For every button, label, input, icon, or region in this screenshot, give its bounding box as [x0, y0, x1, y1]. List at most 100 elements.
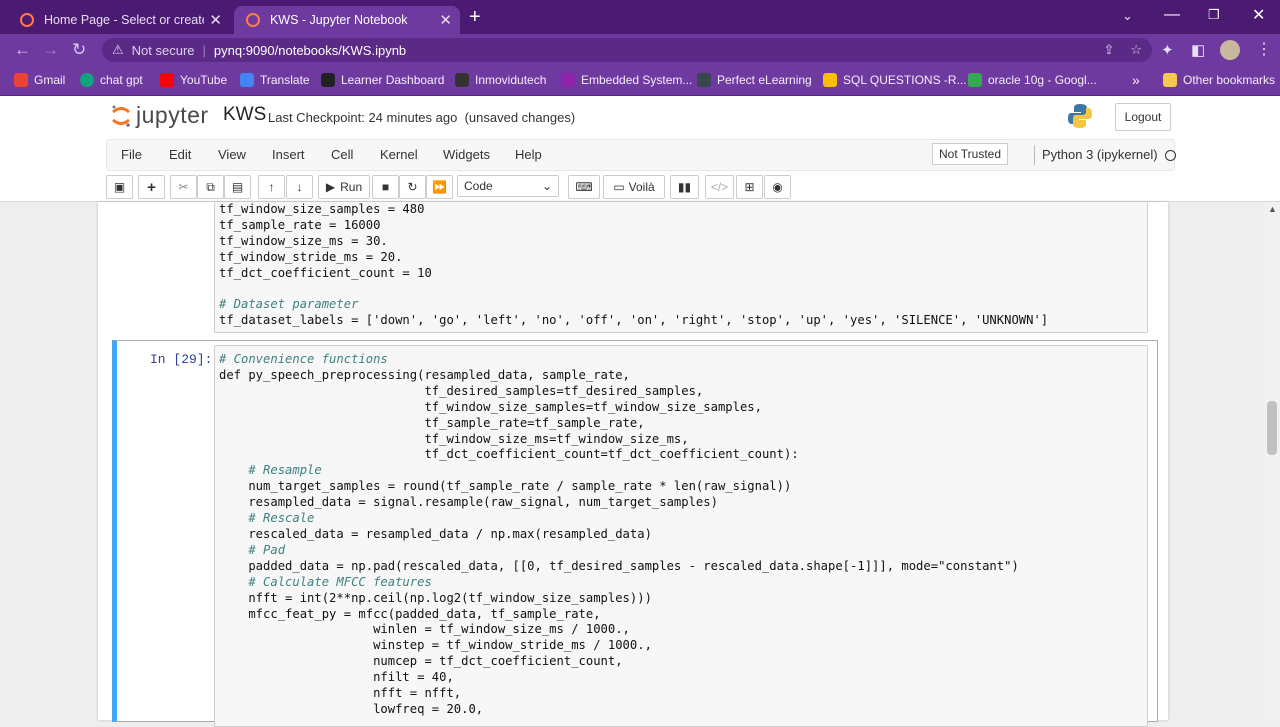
code-cell-active[interactable]: # Convenience functions def py_speech_pr… — [214, 345, 1148, 727]
bookmark-translate[interactable]: Translate — [240, 72, 310, 88]
code-line: def py_speech_preprocessing(resampled_da… — [219, 367, 630, 382]
kernel-indicator[interactable]: Python 3 (ipykernel) — [1042, 147, 1177, 162]
monitor-icon: ▭ — [613, 180, 625, 194]
close-tab-icon[interactable]: ✕ — [209, 11, 222, 29]
checkpoint-status: Last Checkpoint: 24 minutes ago (unsaved… — [268, 110, 576, 125]
cut-icon[interactable]: ✂ — [170, 175, 197, 199]
menu-edit[interactable]: Edit — [169, 147, 191, 162]
interrupt-icon[interactable]: ■ — [372, 175, 399, 199]
code-line: tf_sample_rate=tf_sample_rate, — [219, 415, 645, 430]
code-line: numcep = tf_dct_coefficient_count, — [219, 654, 623, 669]
code-line: tf_desired_samples=tf_desired_samples, — [219, 383, 704, 398]
other-bookmarks[interactable]: Other bookmarks — [1163, 72, 1275, 88]
code-line: winlen = tf_window_size_ms / 1000., — [219, 622, 630, 637]
embedded-icon — [561, 73, 575, 87]
code-line: tf_dct_coefficient_count=tf_dct_coeffici… — [219, 447, 799, 462]
menu-view[interactable]: View — [218, 147, 246, 162]
bookmark-oracle-10g[interactable]: oracle 10g - Googl... — [968, 72, 1097, 88]
menu-widgets[interactable]: Widgets — [443, 147, 490, 162]
menu-file[interactable]: File — [121, 147, 142, 162]
code-line: nfilt = 40, — [219, 670, 454, 685]
inmovidutech-icon — [455, 73, 469, 87]
pc-icon — [697, 73, 711, 87]
forward-icon[interactable]: → — [42, 40, 59, 60]
code-line: tf_window_size_ms=tf_window_size_ms, — [219, 431, 689, 446]
code-line: resampled_data = signal.resample(raw_sig… — [219, 495, 718, 510]
scroll-up-icon[interactable]: ▲ — [1268, 204, 1277, 214]
code-comment: # Convenience functions — [219, 352, 388, 366]
page-scrollbar[interactable] — [1264, 202, 1280, 720]
chevron-down-icon: ⌄ — [541, 179, 552, 193]
more-bookmarks-icon[interactable]: » — [1132, 72, 1140, 88]
run-button[interactable]: ▶ Run — [318, 175, 370, 199]
extensions-icon[interactable]: ✦ — [1161, 41, 1174, 59]
play-icon: ▶ — [325, 180, 336, 194]
code-icon[interactable]: </> — [705, 175, 734, 199]
code-cell-previous[interactable]: tf_window_size_samples = 480 tf_sample_r… — [214, 202, 1148, 333]
bookmark-gmail[interactable]: Gmail — [14, 72, 65, 88]
tab-home-page[interactable]: Home Page - Select or create a n ✕ — [8, 6, 230, 34]
side-panel-icon[interactable]: ◧ — [1191, 41, 1205, 59]
chatgpt-icon — [80, 73, 94, 87]
restart-icon[interactable]: ↻ — [399, 175, 426, 199]
logout-button[interactable]: Logout — [1115, 103, 1171, 131]
menu-help[interactable]: Help — [515, 147, 542, 162]
menu-kernel[interactable]: Kernel — [380, 147, 418, 162]
code-line: tf_dataset_labels = ['down', 'go', 'left… — [219, 313, 1049, 328]
kernel-idle-icon — [1165, 150, 1177, 162]
tab-kws-notebook[interactable]: KWS - Jupyter Notebook ✕ — [234, 6, 460, 34]
new-tab-button[interactable]: + — [469, 6, 481, 29]
code-line: num_target_samples = round(tf_sample_rat… — [219, 479, 792, 494]
menubar — [106, 139, 1175, 171]
bar-chart-icon[interactable]: ▮▮ — [670, 175, 699, 199]
code-line: rescaled_data = resampled_data / np.max(… — [219, 526, 652, 541]
jupyter-logo-text[interactable]: jupyter — [136, 102, 209, 129]
paste-icon[interactable]: ▤ — [224, 175, 251, 199]
save-icon[interactable]: ▣ — [106, 175, 133, 199]
jupyter-logo-icon — [110, 104, 132, 128]
tab-title: Home Page - Select or create a n — [44, 13, 204, 27]
code-comment: # Dataset parameter — [219, 297, 359, 312]
voila-button[interactable]: ▭ Voilà — [603, 175, 665, 199]
not-secure-label: Not secure — [131, 42, 195, 58]
bookmark-embedded-system[interactable]: Embedded System... — [561, 72, 692, 88]
menu-cell[interactable]: Cell — [331, 147, 353, 162]
code-comment: # Calculate MFCC features — [219, 574, 432, 589]
close-tab-icon[interactable]: ✕ — [439, 11, 452, 29]
bookmark-sql-questions[interactable]: SQL QUESTIONS -R... — [823, 72, 967, 88]
copy-icon[interactable]: ⧉ — [197, 175, 224, 199]
menu-insert[interactable]: Insert — [272, 147, 305, 162]
restore-icon[interactable]: ❐ — [1208, 7, 1220, 23]
bookmark-perfect-elearning[interactable]: Perfect eLearning — [697, 72, 812, 88]
keyboard-icon[interactable]: ⌨ — [568, 175, 600, 199]
code-line: tf_sample_rate = 16000 — [219, 217, 381, 232]
palette-icon[interactable]: ◉ — [764, 175, 791, 199]
bookmark-inmovidutech[interactable]: Inmovidutech — [455, 72, 546, 88]
bookmark-youtube[interactable]: YouTube — [160, 72, 227, 88]
bookmark-star-icon[interactable]: ☆ — [1130, 42, 1142, 58]
code-line: tf_window_size_samples=tf_window_size_sa… — [219, 399, 762, 414]
fast-forward-icon[interactable]: ⏩ — [426, 175, 453, 199]
bookmark-learner-dashboard[interactable]: Learner Dashboard — [321, 72, 444, 88]
back-icon[interactable]: ← — [14, 40, 31, 60]
code-line: nfft = nfft, — [219, 686, 462, 701]
reload-icon[interactable]: ↻ — [72, 40, 86, 60]
not-trusted-button[interactable]: Not Trusted — [932, 143, 1009, 165]
code-comment: # Rescale — [219, 511, 315, 526]
tab-search-chevron-icon[interactable]: ⌄ — [1122, 8, 1133, 24]
profile-avatar[interactable] — [1220, 40, 1240, 60]
cell-type-select[interactable]: Code ⌄ — [457, 175, 559, 197]
scrollbar-thumb[interactable] — [1267, 401, 1277, 455]
notebook-name[interactable]: KWS — [223, 104, 266, 126]
move-down-icon[interactable]: ↓ — [286, 175, 313, 199]
move-up-icon[interactable]: ↑ — [258, 175, 285, 199]
bookmark-chat-gpt[interactable]: chat gpt — [80, 72, 143, 88]
add-cell-icon[interactable]: + — [138, 175, 165, 199]
window-close-icon[interactable]: ✕ — [1252, 5, 1265, 25]
grid-icon[interactable]: ⊞ — [736, 175, 763, 199]
tab-title: KWS - Jupyter Notebook — [269, 13, 408, 27]
share-icon[interactable]: ⇪ — [1103, 42, 1114, 58]
minimize-icon[interactable]: — — [1164, 6, 1180, 24]
address-bar[interactable]: ⚠ Not secure | pynq:9090/notebooks/KWS.i… — [102, 38, 1152, 62]
browser-menu-icon[interactable]: ⋮ — [1256, 39, 1272, 59]
